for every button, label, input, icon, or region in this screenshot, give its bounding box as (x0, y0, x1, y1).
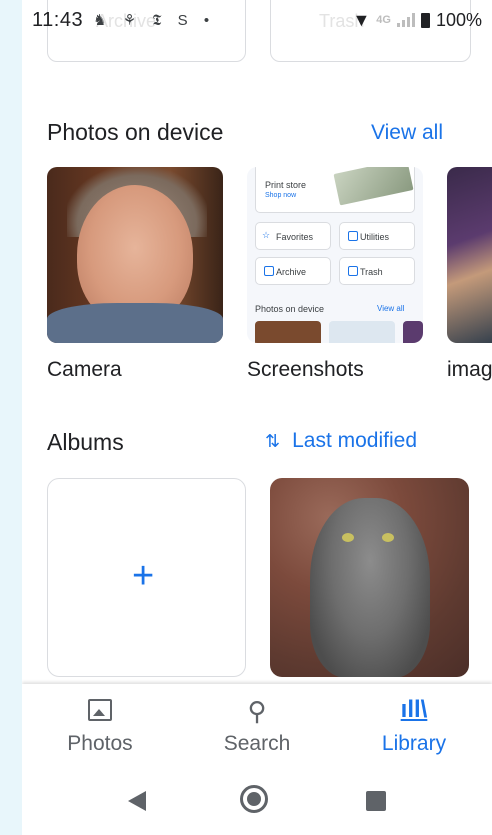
new-album-button[interactable]: + (47, 478, 246, 677)
status-time: 11:43 (32, 8, 84, 31)
network-type: 4G (376, 14, 391, 26)
albums-title: Albums (47, 429, 124, 455)
screen: 11:43 ♞ ⚘ 𝕿 S • ▼ 4G 100% Archive Trash … (22, 0, 492, 835)
sort-button[interactable]: ⇅ Last modified (265, 429, 417, 453)
mini-print-photo (333, 167, 414, 206)
home-icon[interactable] (240, 785, 268, 813)
library-icon: ıll\ (400, 696, 428, 723)
battery-level: 100% (435, 9, 482, 30)
status-right: ▼ 4G 100% (352, 10, 482, 31)
mini-favorites: ☆ Favorites (255, 222, 331, 250)
sort-icon: ⇅ (265, 431, 281, 451)
screenshots-folder-label: Screenshots (247, 358, 364, 381)
system-navigation-bar (22, 769, 492, 835)
wifi-icon: ▼ (352, 9, 371, 30)
recent-apps-icon[interactable] (366, 791, 386, 811)
nav-search[interactable]: ⚲ Search (179, 684, 335, 769)
nav-library-label: Library (381, 732, 447, 755)
nav-library[interactable]: ıll\ Library (336, 684, 492, 769)
mini-view-all: View all (377, 304, 405, 313)
mini-trash: Trash (339, 257, 415, 285)
mini-shop-now: Shop now (265, 192, 297, 199)
mini-archive: Archive (255, 257, 331, 285)
images-folder-thumbnail[interactable] (447, 167, 492, 343)
nav-search-label: Search (223, 732, 291, 755)
screenshots-folder-thumbnail[interactable]: Print store Shop now ☆ Favorites Utilitie… (247, 167, 423, 343)
search-icon: ⚲ (247, 696, 267, 726)
view-all-button[interactable]: View all (371, 121, 443, 145)
mini-print-store-card: Print store Shop now (255, 167, 415, 213)
bottom-navigation: Photos ⚲ Search ıll\ Library (22, 684, 492, 769)
cat-eye (342, 533, 354, 542)
camera-folder-thumbnail[interactable] (47, 167, 223, 343)
back-icon[interactable] (128, 791, 146, 811)
photo-cat (310, 498, 430, 677)
plus-icon: + (132, 555, 155, 597)
photo-shirt (47, 303, 223, 343)
album-thumbnail[interactable] (270, 478, 469, 677)
nav-photos-label: Photos (67, 732, 133, 755)
sort-label: Last modified (292, 429, 417, 452)
archive-icon (264, 266, 274, 276)
cat-eye (382, 533, 394, 542)
photo-icon (22, 696, 178, 726)
mini-section-title: Photos on device (255, 304, 325, 314)
nav-photos[interactable]: Photos (22, 684, 178, 769)
images-folder-label: imag (447, 358, 492, 381)
mini-screenshot-thumb (329, 321, 395, 343)
mini-print-store: Print store (265, 180, 307, 190)
star-icon: ☆ (262, 230, 271, 240)
camera-folder-label: Camera (47, 358, 122, 381)
battery-icon (420, 12, 430, 28)
utilities-icon (348, 231, 358, 241)
mini-camera-thumb (255, 321, 321, 343)
signal-icon (396, 13, 415, 27)
photos-on-device-title: Photos on device (47, 119, 224, 145)
mini-utilities: Utilities (339, 222, 415, 250)
notification-icons: ♞ ⚘ 𝕿 S • (93, 12, 216, 29)
status-bar: 11:43 ♞ ⚘ 𝕿 S • ▼ 4G 100% (22, 0, 492, 40)
trash-icon (348, 266, 358, 276)
mini-image-thumb (403, 321, 423, 343)
